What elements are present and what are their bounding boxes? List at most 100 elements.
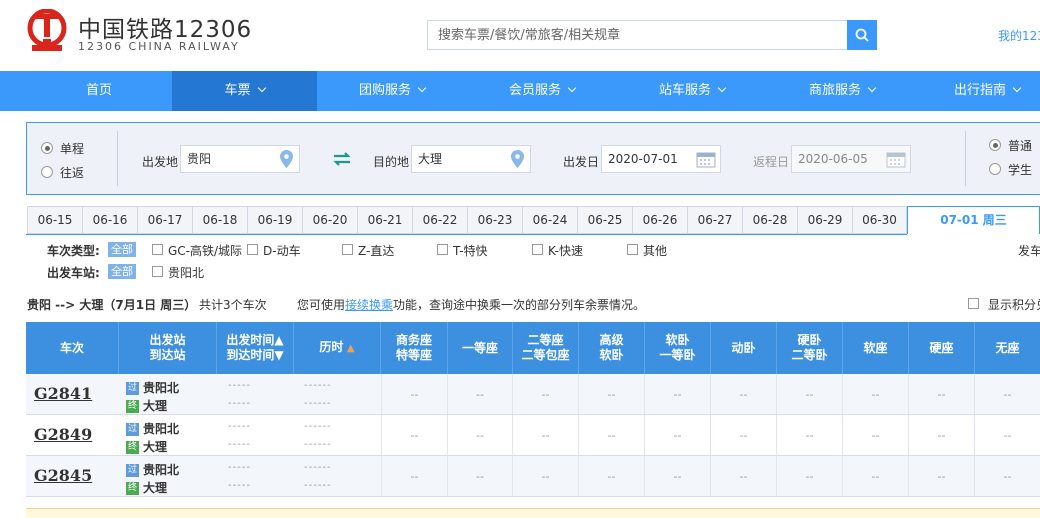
terminal-badge: 终 <box>126 400 139 413</box>
show-points-checkbox[interactable] <box>968 298 979 309</box>
transfer-link[interactable]: 接续换乘 <box>345 296 393 313</box>
date-tab[interactable]: 06-21 <box>357 206 412 234</box>
return-radio[interactable] <box>41 166 53 178</box>
date-tab[interactable]: 06-16 <box>82 206 137 234</box>
date-tab[interactable]: 06-20 <box>302 206 357 234</box>
from-station-name: 贵阳北 <box>143 422 180 436</box>
th-motor-sleeper: 动卧 <box>711 322 777 374</box>
duration: ------ <box>304 421 332 432</box>
ticket-student-label: 学生 <box>1008 163 1033 177</box>
nav-tickets[interactable]: 车票 <box>172 71 317 111</box>
seat-cell: -- <box>381 456 448 496</box>
from-station: 过贵阳北 <box>126 461 179 478</box>
train-type-all-button[interactable]: 全部 <box>108 242 136 257</box>
date-tab[interactable]: 06-17 <box>137 206 192 234</box>
seat-cell: -- <box>381 415 448 455</box>
nav-label: 首页 <box>85 83 112 98</box>
date-tab[interactable]: 06-30 <box>852 206 907 234</box>
nav-business-service[interactable]: 商旅服务 <box>767 71 917 111</box>
from-station-value: 贵阳 <box>187 152 212 166</box>
th-label: 二等包座 <box>521 348 570 362</box>
th-duration[interactable]: 历时 ▲ <box>294 322 381 374</box>
from-station: 过贵阳北 <box>126 379 179 396</box>
date-tab[interactable]: 06-29 <box>797 206 852 234</box>
seat-cell: -- <box>843 374 909 414</box>
type-other-checkbox[interactable] <box>627 244 638 255</box>
th-time[interactable]: 出发时间▲ 到达时间▼ <box>217 322 294 374</box>
from-station-input[interactable]: 贵阳 <box>180 145 300 173</box>
station-all-button[interactable]: 全部 <box>108 264 136 279</box>
nav-group-service[interactable]: 团购服务 <box>317 71 467 111</box>
from-station-name: 贵阳北 <box>143 463 180 477</box>
th-hard-sleeper: 硬卧 二等卧 <box>777 322 843 374</box>
date-tab[interactable]: 06-22 <box>412 206 467 234</box>
th-station[interactable]: 出发站 到达站 <box>119 322 217 374</box>
transfer-hint-suffix: 功能，查询途中换乘一次的部分列车余票情况。 <box>393 298 646 312</box>
from-label: 出发地 <box>142 155 179 169</box>
th-label: 商务座 <box>395 333 432 347</box>
th-label: 历时 ▲ <box>319 340 355 354</box>
return-date-input[interactable]: 2020-06-05 <box>791 145 911 173</box>
th-second-class: 二等座 二等包座 <box>513 322 579 374</box>
date-tab[interactable]: 06-27 <box>687 206 742 234</box>
depart-date-input[interactable]: 2020-07-01 <box>601 145 721 173</box>
railway-logo-icon <box>27 9 67 51</box>
date-tab[interactable]: 06-23 <box>467 206 522 234</box>
date-tab[interactable]: 06-18 <box>192 206 247 234</box>
type-z-checkbox[interactable] <box>342 244 353 255</box>
type-gc-label: GC-高铁/城际 <box>168 244 243 258</box>
train-number-link[interactable]: G2845 <box>34 466 92 485</box>
my-12306-link[interactable]: 我的123 <box>998 27 1040 44</box>
oneway-radio[interactable] <box>41 142 53 154</box>
date-tab-active[interactable]: 07-01 周三 <box>907 206 1040 234</box>
train-number-link[interactable]: G2849 <box>34 425 92 444</box>
ticket-student-radio[interactable] <box>989 163 1001 175</box>
swap-stations-icon[interactable] <box>332 151 352 167</box>
date-tab[interactable]: 06-28 <box>742 206 797 234</box>
train-count: 共计3个车次 <box>199 298 267 312</box>
th-adv-sleeper: 高级 软卧 <box>579 322 645 374</box>
depart-time: ----- <box>228 462 252 473</box>
pass-badge: 过 <box>126 464 139 477</box>
nav-travel-guide[interactable]: 出行指南 <box>917 71 1040 111</box>
pass-badge: 过 <box>126 423 139 436</box>
chevron-down-icon <box>417 83 427 93</box>
chevron-down-icon <box>567 83 577 93</box>
nav-member-service[interactable]: 会员服务 <box>467 71 617 111</box>
type-t-checkbox[interactable] <box>437 244 448 255</box>
station-checkbox[interactable] <box>152 266 163 277</box>
type-d-checkbox[interactable] <box>247 244 258 255</box>
type-gc-checkbox[interactable] <box>152 244 163 255</box>
date-tab[interactable]: 06-24 <box>522 206 577 234</box>
date-tab[interactable]: 06-15 <box>27 206 82 234</box>
to-station-input[interactable]: 大理 <box>411 145 531 173</box>
search-input[interactable] <box>427 20 847 50</box>
arrive-day: ------ <box>304 398 332 409</box>
th-label: 软座 <box>863 340 888 355</box>
date-tab[interactable]: 06-19 <box>247 206 302 234</box>
ticket-normal-radio[interactable] <box>989 139 1001 151</box>
seat-cell: -- <box>777 415 843 455</box>
train-number-link[interactable]: G2841 <box>34 384 92 403</box>
type-k-checkbox[interactable] <box>532 244 543 255</box>
calendar-icon <box>886 152 906 168</box>
arrive-day: ------ <box>304 480 332 491</box>
return-label: 往返 <box>60 166 85 180</box>
date-tab[interactable]: 06-26 <box>632 206 687 234</box>
nav-home[interactable]: 首页 <box>26 71 172 111</box>
location-pin-icon <box>511 150 524 168</box>
date-tab[interactable]: 06-25 <box>577 206 632 234</box>
terminal-badge: 终 <box>126 441 139 454</box>
nav-station-service[interactable]: 站车服务 <box>617 71 767 111</box>
table-row: G2849 过贵阳北 终大理 ----- ----- ------ ------… <box>26 415 1040 456</box>
tab-underline <box>26 234 907 235</box>
seat-cell: -- <box>1003 387 1012 401</box>
nav-label: 会员服务 <box>508 83 561 98</box>
chevron-down-icon <box>717 83 727 93</box>
search-button[interactable] <box>847 20 877 50</box>
logo-title: 中国铁路12306 <box>78 17 253 43</box>
th-no-seat: 无座 <box>975 322 1040 374</box>
table-row: G2841 过贵阳北 终大理 ----- ----- ------ ------… <box>26 374 1040 415</box>
th-label: 硬卧 <box>797 333 822 347</box>
duration: ------ <box>304 462 332 473</box>
